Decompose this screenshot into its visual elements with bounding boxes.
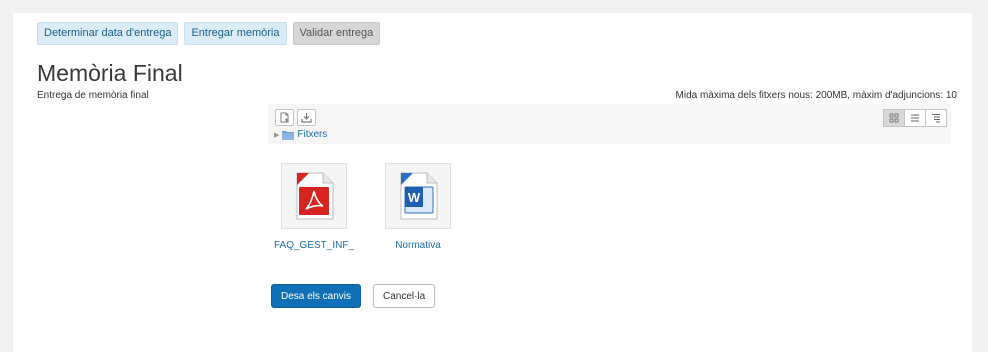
add-file-button[interactable] — [275, 109, 294, 126]
word-file-icon: W — [400, 172, 438, 220]
tab-determinar-data[interactable]: Determinar data d'entrega — [37, 22, 179, 45]
file-item-docx[interactable]: W Normativa — [373, 163, 463, 261]
file-name: FAQ_GEST_INF_ — [273, 240, 355, 251]
section-title: Memòria Final — [37, 60, 183, 86]
icons-view-button[interactable] — [883, 109, 905, 127]
tab-validar-entrega[interactable]: Validar entrega — [292, 22, 381, 45]
pdf-file-icon — [296, 172, 334, 220]
filemanager-toolbar: ▶ Fitxers — [268, 104, 951, 144]
save-button[interactable]: Desa els canvis — [271, 284, 362, 308]
file-name: Normativa — [395, 240, 441, 251]
view-mode-toggle — [883, 109, 947, 127]
tree-view-icon — [932, 114, 940, 123]
file-item-pdf[interactable]: FAQ_GEST_INF_ — [269, 163, 359, 261]
download-all-button[interactable] — [297, 109, 316, 126]
list-view-icon — [911, 114, 919, 122]
file-thumbnail — [281, 163, 347, 229]
svg-text:W: W — [408, 190, 421, 205]
page-container: Determinar data d'entrega Entregar memòr… — [13, 13, 972, 352]
download-icon — [301, 113, 312, 123]
breadcrumb-label: Fitxers — [297, 129, 328, 140]
expand-arrow-icon: ▶ — [274, 131, 280, 139]
section-description: Entrega de memòria final — [37, 90, 149, 101]
tab-entregar-memoria[interactable]: Entregar memòria — [184, 22, 287, 45]
list-view-button[interactable] — [904, 109, 926, 127]
breadcrumb[interactable]: ▶ Fitxers — [274, 129, 327, 140]
tree-view-button[interactable] — [925, 109, 947, 127]
file-thumbnail: W — [385, 163, 451, 229]
folder-icon — [282, 130, 295, 140]
cancel-button[interactable]: Cancel·la — [373, 284, 436, 308]
workflow-tabs: Determinar data d'entrega Entregar memòr… — [37, 22, 381, 45]
upload-limits: Mida màxima dels fitxers nous: 200MB, mà… — [675, 90, 957, 101]
icons-view-icon — [889, 113, 899, 123]
add-file-icon — [280, 112, 289, 123]
